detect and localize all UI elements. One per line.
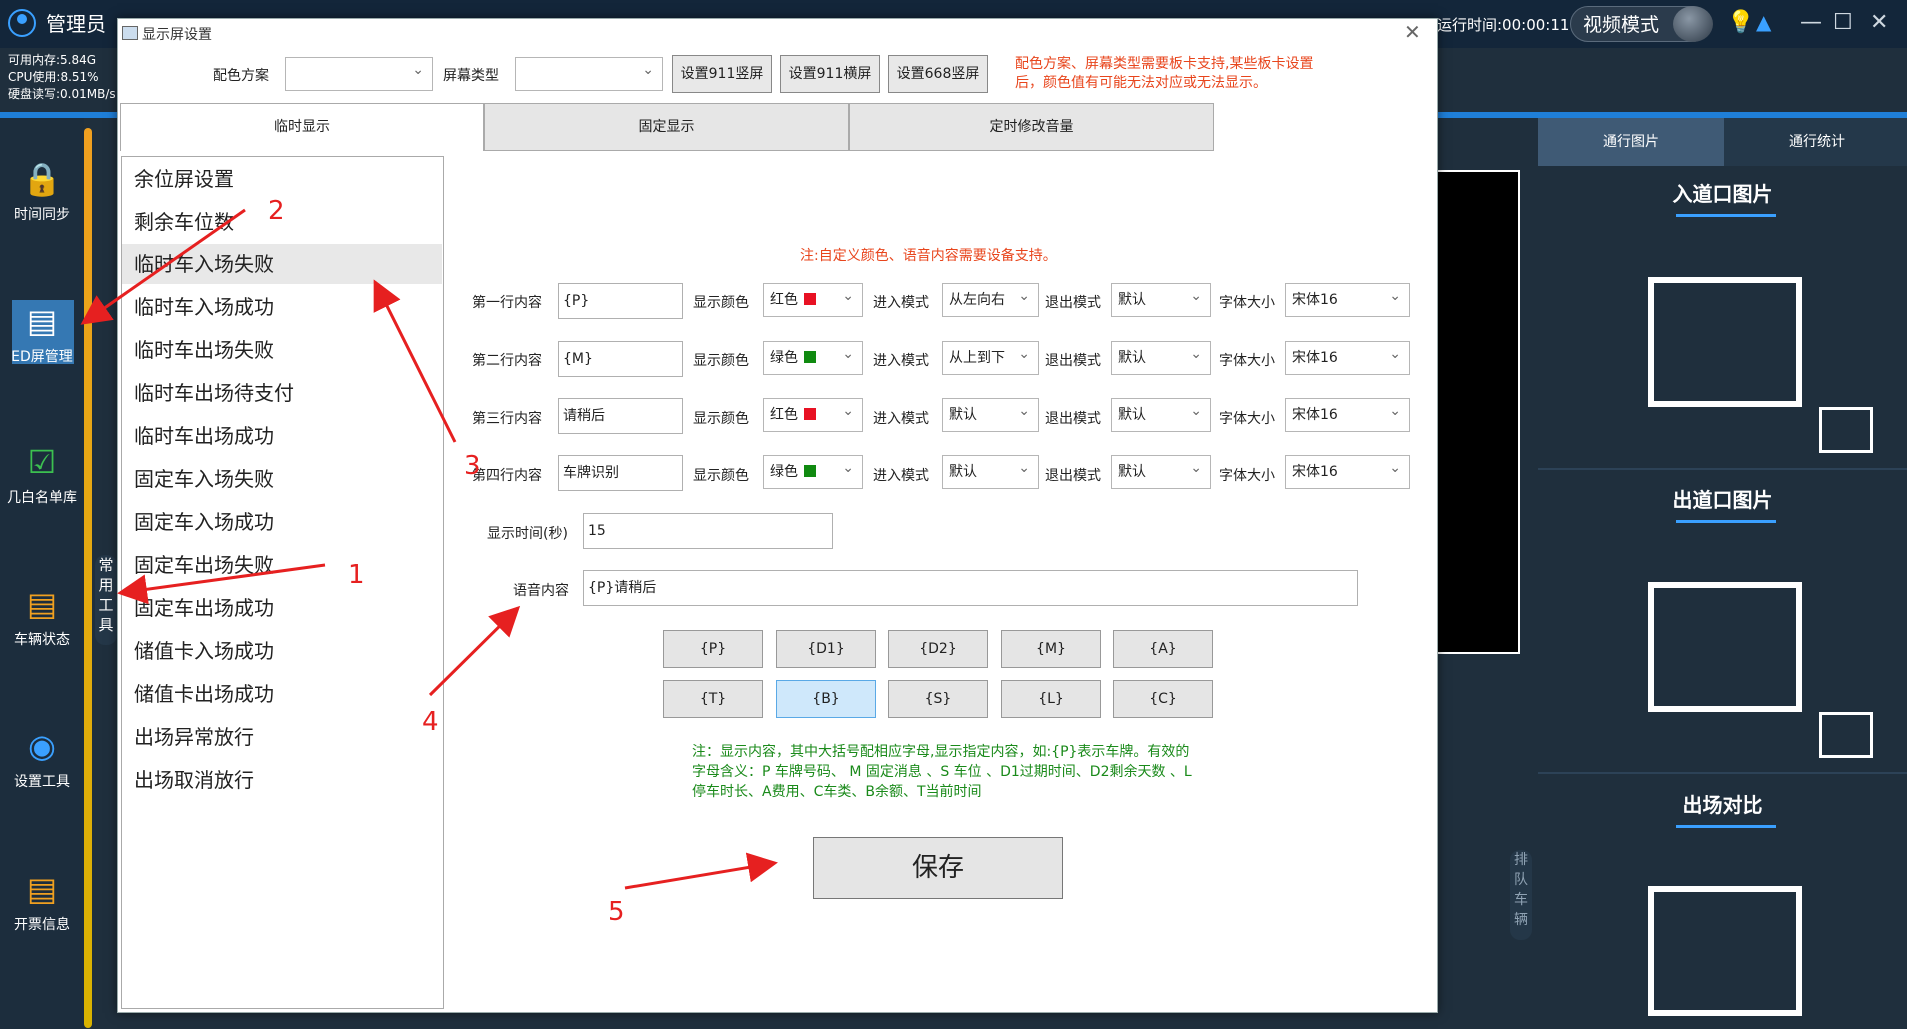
annotation-3: 3 (464, 451, 481, 481)
annotation-5: 5 (608, 897, 625, 927)
annotation-1: 1 (348, 560, 365, 590)
annotation-4: 4 (422, 707, 439, 737)
annotation-arrows (80, 208, 778, 890)
annotation-2: 2 (268, 196, 285, 226)
